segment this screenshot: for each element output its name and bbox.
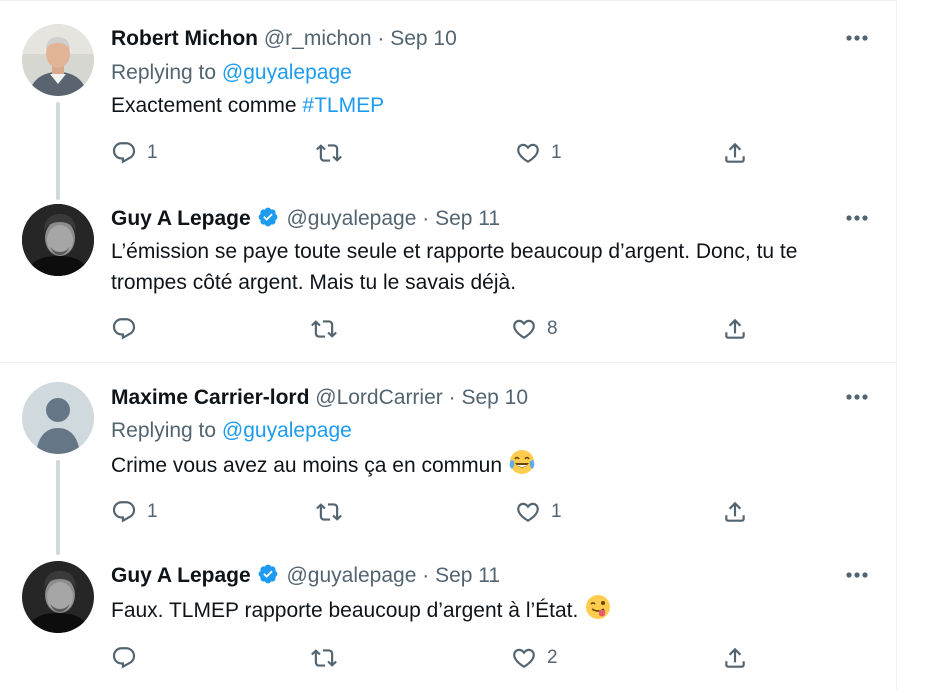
like-count: 2 [547,647,558,668]
author-handle[interactable]: @LordCarrier [315,386,443,409]
avatar-default[interactable] [22,382,94,454]
tweet-date[interactable]: Sep 11 [435,207,500,230]
reply-icon [111,645,137,671]
like-icon [511,645,537,671]
replying-to: Replying to @guyalepage [111,60,352,86]
tweet-text-body: Exactement comme [111,94,303,117]
like-count: 1 [551,501,562,522]
author-handle[interactable]: @r_michon [264,27,372,50]
mention-link[interactable]: @guyalepage [222,61,352,84]
tweet-actions: 1 1 [111,497,871,527]
author-name[interactable]: Guy A Lepage [111,564,251,587]
share-button[interactable] [722,138,748,168]
like-icon [511,316,537,342]
retweet-icon [311,316,337,342]
tweet-actions: 2 [111,643,871,673]
more-options-icon[interactable] [842,387,872,407]
tweet-text-body: Crime vous avez au moins ça en commun [111,454,502,477]
replying-to-label: Replying to [111,61,222,84]
hashtag-link[interactable]: #TLMEP [302,94,384,117]
face-with-tears-of-joy-icon [509,450,535,474]
share-button[interactable] [722,643,748,673]
share-button[interactable] [722,314,748,344]
avatar-guy-lepage[interactable] [22,561,94,633]
retweet-icon [316,140,342,166]
reply-button[interactable]: 1 [111,138,158,168]
tweet-actions: 8 [111,314,871,344]
tweet-text: Faux. TLMEP rapporte beaucoup d’argent à… [111,593,871,626]
retweet-button[interactable] [311,643,347,673]
thread-line [56,460,60,555]
separator-dot: · [377,27,385,50]
like-button[interactable]: 1 [515,138,562,168]
retweet-button[interactable] [316,497,352,527]
share-icon [722,316,748,342]
retweet-button[interactable] [316,138,352,168]
reply-button[interactable]: 1 [111,497,158,527]
separator-dot: · [448,386,456,409]
more-options-icon[interactable] [842,208,872,228]
tweet-text-body: Faux. TLMEP rapporte beaucoup d’argent à… [111,599,579,622]
tweet-header: Robert Michon @r_michon · Sep 10 [111,26,457,52]
tweet-text: Exactement comme #TLMEP [111,90,871,121]
tweet-maxime-carrier-lord[interactable]: Maxime Carrier-lord @LordCarrier · Sep 1… [0,363,896,557]
reply-icon [111,140,137,166]
retweet-icon [316,499,342,525]
tweet-date[interactable]: Sep 11 [435,564,500,587]
more-options-icon[interactable] [842,565,872,585]
tweet-date[interactable]: Sep 10 [390,27,457,50]
author-name[interactable]: Maxime Carrier-lord [111,386,309,409]
avatar-guy-lepage[interactable] [22,204,94,276]
like-button[interactable]: 1 [515,497,562,527]
tweet-robert-michon[interactable]: Robert Michon @r_michon · Sep 10 Replyin… [0,0,896,200]
author-handle[interactable]: @guyalepage [286,207,416,230]
more-options-icon[interactable] [842,28,872,48]
reply-button[interactable] [111,643,147,673]
conversation-thread: Robert Michon @r_michon · Sep 10 Replyin… [0,0,897,690]
tweet-header: Guy A Lepage @guyalepage · Sep 11 [111,563,500,589]
separator-dot: · [422,207,430,230]
tweet-header: Guy A Lepage @guyalepage · Sep 11 [111,206,500,232]
mention-link[interactable]: @guyalepage [222,419,352,442]
tweet-text: L’émission se paye toute seule et rappor… [111,240,798,294]
avatar-robert-michon[interactable] [22,24,94,96]
reply-count: 1 [147,142,158,163]
like-button[interactable]: 8 [511,314,558,344]
author-handle[interactable]: @guyalepage [286,564,416,587]
tweet-header: Maxime Carrier-lord @LordCarrier · Sep 1… [111,385,528,411]
replying-to: Replying to @guyalepage [111,418,352,444]
verified-badge-icon [257,563,279,585]
share-icon [722,645,748,671]
share-button[interactable] [722,497,748,527]
tweet-text: Crime vous avez au moins ça en commun [111,448,871,481]
like-icon [515,140,541,166]
share-icon [722,140,748,166]
like-count: 8 [547,318,558,339]
replying-to-label: Replying to [111,419,222,442]
tweet-actions: 1 1 [111,138,871,168]
retweet-button[interactable] [311,314,347,344]
share-icon [722,499,748,525]
tweet-guy-lepage-1[interactable]: Guy A Lepage @guyalepage · Sep 11 L’émis… [0,200,896,362]
thread-line [56,102,60,200]
reply-count: 1 [147,501,158,522]
separator-dot: · [422,564,430,587]
like-count: 1 [551,142,562,163]
tweet-date[interactable]: Sep 10 [461,386,528,409]
retweet-icon [311,645,337,671]
reply-icon [111,316,137,342]
reply-button[interactable] [111,314,147,344]
author-name[interactable]: Guy A Lepage [111,207,251,230]
tweet-guy-lepage-2[interactable]: Guy A Lepage @guyalepage · Sep 11 Faux. … [0,557,896,690]
reply-icon [111,499,137,525]
winking-face-with-tongue-icon [586,595,611,619]
like-icon [515,499,541,525]
verified-badge-icon [257,206,279,228]
like-button[interactable]: 2 [511,643,558,673]
author-name[interactable]: Robert Michon [111,27,258,50]
